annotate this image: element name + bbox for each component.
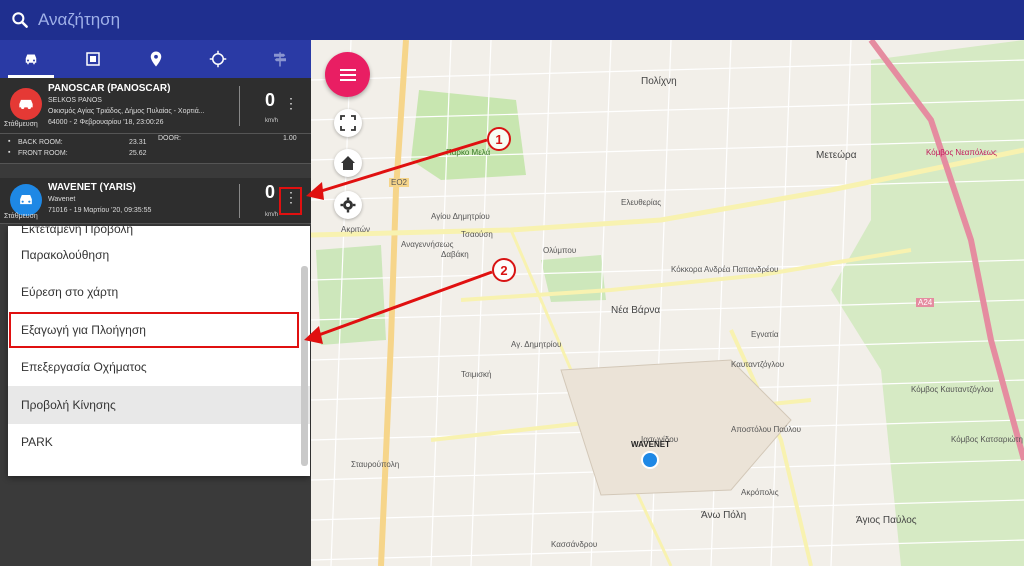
sensor-value: 23.31 xyxy=(129,139,147,146)
sensor-label: DOOR: xyxy=(158,135,181,142)
vehicle-location: Οικισμός Αγίας Τριάδος, Δήμος Πυλαίας - … xyxy=(48,108,205,115)
map-label: Αγ. Δημητρίου xyxy=(511,340,562,349)
divider xyxy=(239,184,240,218)
vehicle-card-panoscar[interactable]: Στάθμευση PANOSCAR (PANOSCAR) SELKOS PAN… xyxy=(0,78,311,134)
menu-item-edit-vehicle[interactable]: Επεξεργασία Οχήματος xyxy=(8,349,310,387)
callout-badge: 2 xyxy=(492,258,516,282)
map-label: Κόκκορα Ανδρέα Παπανδρέου xyxy=(671,265,779,274)
place-marker-icon xyxy=(150,51,161,67)
map-label: Αγίου Δημητρίου xyxy=(431,212,490,221)
highlight-box xyxy=(279,187,302,215)
sensor-label: BACK ROOM: xyxy=(18,139,63,146)
more-options-icon[interactable]: ⋮ xyxy=(284,96,298,110)
sensor-icon: ▪ xyxy=(8,138,11,145)
map-label: Ακρόπολις xyxy=(741,488,779,497)
sidebar-tabs xyxy=(0,40,311,78)
vehicle-speed: 0 xyxy=(265,182,276,202)
car-icon xyxy=(25,54,37,65)
search-input[interactable] xyxy=(38,10,438,30)
fullscreen-button[interactable] xyxy=(334,109,362,137)
map-label: Κόμβος Καυταντζόγλου xyxy=(911,385,994,394)
vehicle-owner: SELKOS PANOS xyxy=(48,97,102,104)
map-label: Νέα Βάρνα xyxy=(611,305,661,316)
menu-scrollbar[interactable] xyxy=(301,266,308,466)
menu-item-extended-view[interactable]: Εκτεταμένη Προβολή xyxy=(8,226,310,236)
top-search-bar xyxy=(0,0,1024,40)
map-label: Πολίχνη xyxy=(641,76,677,87)
settings-button[interactable] xyxy=(334,191,362,219)
map-label: Ολύμπου xyxy=(543,246,577,255)
vehicle-speed: 0 xyxy=(265,90,276,110)
tab-locate[interactable] xyxy=(187,40,249,78)
speed-unit: km/h xyxy=(265,118,279,124)
map-label: Μετεώρα xyxy=(816,150,857,161)
home-icon xyxy=(341,156,355,170)
car-icon xyxy=(20,195,32,205)
vehicle-name: WAVENET (YARIS) xyxy=(48,182,136,193)
sensor-value: 25.62 xyxy=(129,150,147,157)
menu-item-park[interactable]: PARK xyxy=(8,424,310,462)
vehicle-owner: Wavenet xyxy=(48,196,76,203)
home-button[interactable] xyxy=(334,149,362,177)
map-label: Πάρκο Μελά xyxy=(446,148,491,157)
callout-badge: 1 xyxy=(487,127,511,151)
hamburger-icon xyxy=(339,68,356,81)
vehicle-marker-icon[interactable] xyxy=(641,451,659,469)
map-label: EO2 xyxy=(389,178,410,187)
map-label: Σταυρούπολη xyxy=(351,460,400,469)
map-label: Τσαούση xyxy=(461,230,493,239)
map-label: Εγνατία xyxy=(751,330,779,339)
signpost-icon xyxy=(273,52,286,67)
map-label: Καυταντζόγλου xyxy=(731,360,785,369)
map-label: Άνω Πόλη xyxy=(701,510,747,521)
divider xyxy=(239,86,240,126)
map-label: Ακριτών xyxy=(341,225,370,234)
map-label: Κόμβος Κατσαριώτη xyxy=(951,435,1023,444)
menu-item-export-navigation[interactable]: Εξαγωγή για Πλοήγηση xyxy=(8,311,300,349)
map-label: Δαβάκη xyxy=(441,250,469,259)
vehicle-sensors: ▪ BACK ROOM: 23.31 DOOR: 1.00 ▪ FRONT RO… xyxy=(0,134,311,164)
tab-geofences[interactable] xyxy=(62,40,124,78)
spacer xyxy=(0,164,311,178)
vehicle-status-avatar xyxy=(10,184,42,216)
menu-item-tracking[interactable]: Παρακολούθηση xyxy=(8,236,310,274)
vehicle-datetime: 71016 - 19 Μαρτίου '20, 09:35:55 xyxy=(48,207,152,214)
main-menu-button[interactable] xyxy=(325,52,370,97)
map-label: Ελευθερίας xyxy=(621,198,662,207)
vehicle-status-avatar xyxy=(10,88,42,120)
geofence-icon xyxy=(86,52,101,66)
map-label: Αποστόλου Παύλου xyxy=(731,425,801,434)
sensor-icon: ▪ xyxy=(8,149,11,156)
vehicle-status-text: Στάθμευση xyxy=(4,121,38,128)
menu-item-view-movement[interactable]: Προβολή Κίνησης xyxy=(8,386,310,424)
vehicle-name: PANOSCAR (PANOSCAR) xyxy=(48,83,171,94)
map-label: Τσιμισκή xyxy=(461,370,492,379)
vehicle-card-wavenet[interactable]: Στάθμευση WAVENET (YARIS) Wavenet 71016 … xyxy=(0,178,311,224)
vehicle-marker-label: WAVENET xyxy=(631,440,670,449)
car-icon xyxy=(19,99,33,109)
map-label: A24 xyxy=(916,298,935,307)
tab-vehicles[interactable] xyxy=(0,40,62,78)
menu-item-find-on-map[interactable]: Εύρεση στο χάρτη xyxy=(8,274,310,312)
sensor-label: FRONT ROOM: xyxy=(18,150,68,157)
sensor-value: 1.00 xyxy=(283,135,297,142)
map-label: Κόμβος Νεαπόλεως xyxy=(926,148,997,157)
map-label: Κασσάνδρου xyxy=(551,540,598,549)
map-label: Άγιος Παύλος xyxy=(856,515,917,526)
search-icon[interactable] xyxy=(10,10,30,30)
tab-places[interactable] xyxy=(124,40,186,78)
map-view[interactable]: Πολίχνη Μετεώρα Κόμβος Νεαπόλεως Αγίου Δ… xyxy=(311,40,1024,566)
fullscreen-icon xyxy=(340,115,356,131)
gear-icon xyxy=(340,197,356,213)
speed-unit: km/h xyxy=(265,212,279,218)
vehicle-options-menu: Εκτεταμένη Προβολή Παρακολούθηση Εύρεση … xyxy=(8,226,310,476)
vehicle-datetime: 64000 - 2 Φεβρουαρίου '18, 23:00:26 xyxy=(48,119,164,126)
vehicle-status-text: Στάθμευση xyxy=(4,213,38,220)
crosshair-icon xyxy=(209,50,226,68)
map-label: Αναγεννήσεως xyxy=(401,240,454,249)
tab-routes[interactable] xyxy=(249,40,311,78)
